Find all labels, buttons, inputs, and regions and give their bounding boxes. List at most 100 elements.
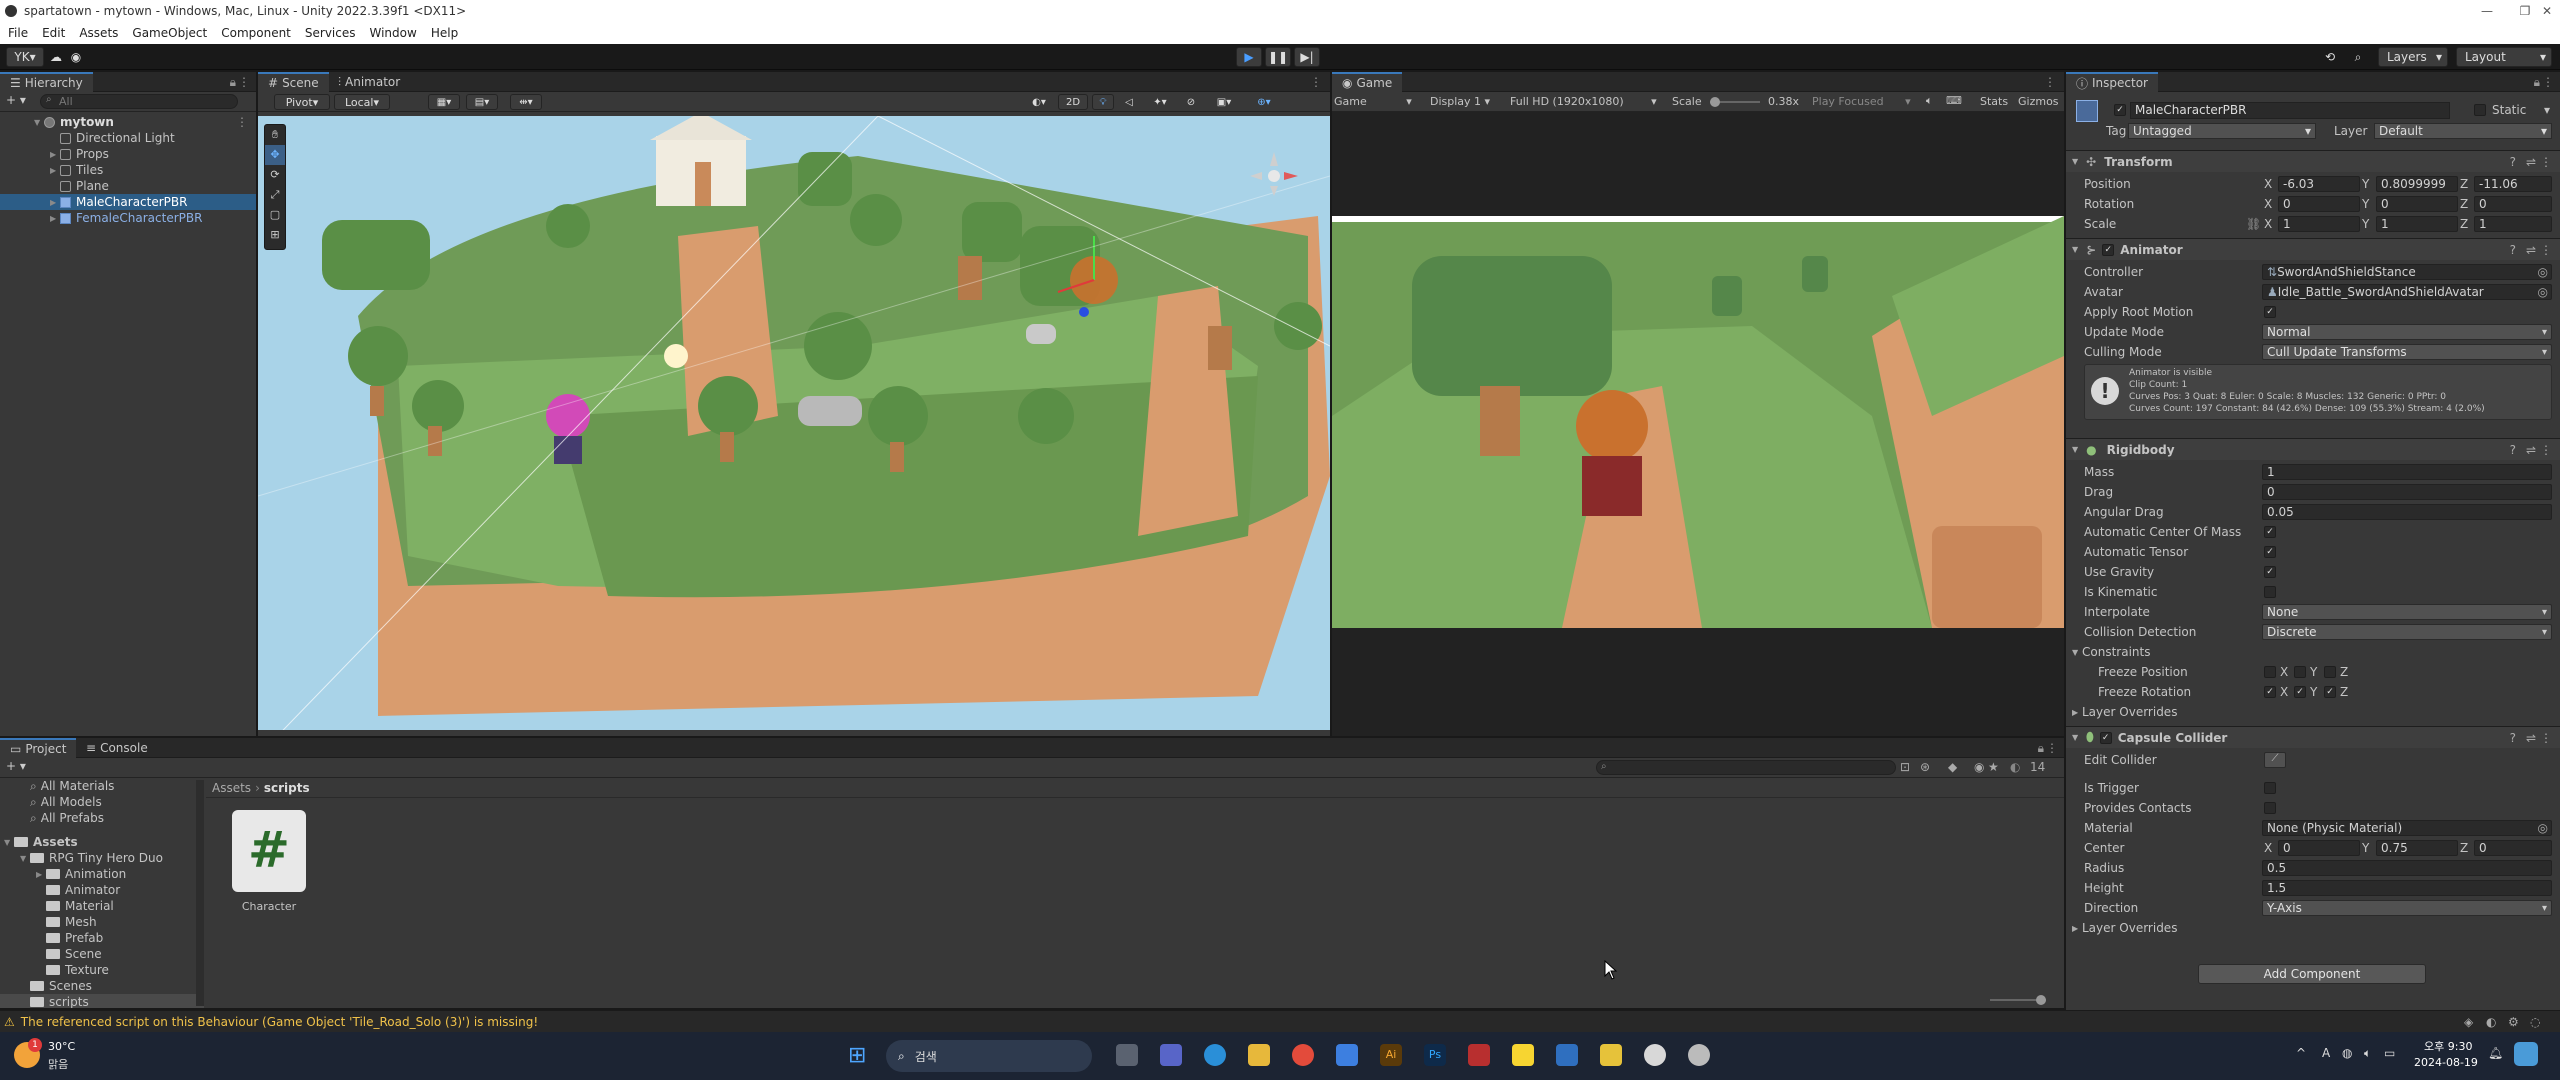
draw-mode-icon[interactable]: ◐▾ [1022, 94, 1056, 110]
rigidbody-header[interactable]: ▼ ● Rigidbody ? ⇌ ⋮ [2066, 438, 2560, 460]
constrain-proportions-icon[interactable]: ⛓︎ [2246, 217, 2261, 231]
hierarchy-item-props[interactable]: ▶ Props [0, 146, 256, 162]
presets-icon[interactable]: ⇌ [2526, 731, 2536, 745]
sticky-notes-icon[interactable] [1600, 1044, 1622, 1066]
lock-icon[interactable]: 🔒︎ [2534, 75, 2540, 90]
controller-field[interactable]: ⇅ SwordAndShieldStance ◎ [2262, 264, 2552, 280]
animator-enabled-checkbox[interactable]: ✓ [2102, 243, 2115, 256]
copilot-icon[interactable] [2514, 1042, 2538, 1066]
volume-icon[interactable]: 🔈︎ [2364, 1046, 2371, 1061]
increment-snap-icon[interactable]: ⇹▾ [510, 94, 542, 110]
tree-texture[interactable]: Texture [0, 962, 204, 978]
search-by-label-icon[interactable]: ⊛ [1920, 760, 1930, 774]
angular-drag-field[interactable]: 0.05 [2262, 504, 2552, 520]
active-checkbox[interactable]: ✓ [2114, 104, 2126, 116]
help-icon[interactable]: ? [2510, 731, 2516, 745]
settings-icon[interactable]: ⚙ [2508, 1015, 2519, 1029]
save-search-icon[interactable]: ◆ [1948, 760, 1957, 774]
scale-y-field[interactable]: Y1 [2362, 216, 2458, 232]
layout-dropdown[interactable]: Layout ▾ [2456, 47, 2552, 67]
scale-x-field[interactable]: X1 [2264, 216, 2360, 232]
more-options-icon[interactable]: ⋮ [238, 75, 250, 89]
scale-z-field[interactable]: Z1 [2460, 216, 2552, 232]
taskbar-search[interactable]: ⌕ 검색 [886, 1040, 1092, 1072]
network-icon[interactable]: ◍ [2342, 1046, 2352, 1060]
collision-dropdown[interactable]: Discrete [2262, 624, 2552, 640]
culling-mode-dropdown[interactable]: Cull Update Transforms [2262, 344, 2552, 360]
scene-menu-icon[interactable]: ⋮ [236, 115, 248, 129]
presets-icon[interactable]: ⇌ [2526, 243, 2536, 257]
clock-date[interactable]: 2024-08-19 [2414, 1056, 2478, 1069]
rotate-tool-icon[interactable]: ⟳ [265, 165, 285, 185]
tree-scripts[interactable]: scripts [0, 994, 204, 1008]
update-mode-dropdown[interactable]: Normal [2262, 324, 2552, 340]
2d-toggle[interactable]: 2D [1058, 94, 1088, 110]
help-icon[interactable]: ? [2510, 443, 2516, 457]
freeze-pos-y-checkbox[interactable] [2294, 666, 2306, 678]
tree-assets[interactable]: ▼ Assets [0, 834, 204, 850]
minimize-icon[interactable]: — [2464, 0, 2510, 22]
close-icon[interactable]: ✕ [2534, 0, 2560, 22]
stats-button[interactable]: Stats [1980, 95, 2008, 108]
search-by-type-icon[interactable]: ⊡ [1900, 760, 1910, 774]
build-status-icon[interactable]: ◈ [2464, 1015, 2473, 1029]
object-name-field[interactable]: MaleCharacterPBR [2130, 102, 2450, 119]
menu-edit[interactable]: Edit [42, 26, 65, 40]
object-picker-icon[interactable]: ◎ [2538, 285, 2548, 299]
unity-hub-icon[interactable] [1644, 1044, 1666, 1066]
favorite-icon[interactable]: ★ [1988, 760, 1999, 774]
tensor-checkbox[interactable]: ✓ [2264, 546, 2276, 558]
more-options-icon[interactable]: ⋮ [2046, 741, 2058, 755]
chrome-icon[interactable] [1292, 1044, 1314, 1066]
rigidbody-layer-overrides-row[interactable]: ▶ Layer Overrides [2066, 702, 2560, 722]
search-icon[interactable]: ⌕ [2346, 47, 2370, 67]
project-search-input[interactable]: ⌕ [1596, 760, 1896, 775]
grid-snap-icon[interactable]: ▦▾ [428, 94, 460, 110]
app-icon[interactable] [1336, 1044, 1358, 1066]
menu-services[interactable]: Services [305, 26, 356, 40]
hierarchy-item-directional-light[interactable]: Directional Light [0, 130, 256, 146]
drag-field[interactable]: 0 [2262, 484, 2552, 500]
history-icon[interactable]: ⟲ [2318, 47, 2342, 67]
file-explorer-icon[interactable] [1248, 1044, 1270, 1066]
kinematic-checkbox[interactable] [2264, 586, 2276, 598]
pdf-icon[interactable] [1468, 1044, 1490, 1066]
scale-slider[interactable] [1710, 97, 1760, 107]
effects-icon[interactable]: ✦▾ [1144, 94, 1176, 110]
icon-size-slider[interactable] [1990, 995, 2046, 1005]
task-view-icon[interactable] [1116, 1044, 1138, 1066]
grid-toggle-icon[interactable]: ▤▾ [466, 94, 498, 110]
script-file-label[interactable]: Character [222, 900, 316, 913]
play-button[interactable]: ▶ [1236, 47, 1262, 67]
scene-viewport[interactable] [258, 116, 1330, 730]
package-icon[interactable]: ◉ [1974, 760, 1984, 774]
rotation-y-field[interactable]: Y0 [2362, 196, 2458, 212]
assets-breadcrumb-item[interactable]: Assets [212, 781, 251, 795]
mute-audio-icon[interactable]: 🔈︎ [1926, 94, 1933, 108]
camera-icon[interactable]: ▣▾ [1208, 94, 1240, 110]
menu-gameobject[interactable]: GameObject [132, 26, 207, 40]
tab-inspector[interactable]: ⓘ Inspector [2066, 72, 2158, 92]
material-field[interactable]: None (Physic Material) ◎ [2262, 820, 2552, 836]
tree-scenes[interactable]: Scenes [0, 978, 204, 994]
object-picker-icon[interactable]: ◎ [2538, 821, 2548, 835]
height-field[interactable]: 1.5 [2262, 880, 2552, 896]
tag-dropdown[interactable]: Untagged ▾ [2128, 123, 2316, 139]
acm-checkbox[interactable]: ✓ [2264, 526, 2276, 538]
progress-icon[interactable]: ◐ [2486, 1015, 2496, 1029]
menu-component[interactable]: Component [221, 26, 291, 40]
display-dropdown[interactable]: Display 1 ▾ [1430, 95, 1490, 108]
tab-project[interactable]: ▭ Project [0, 738, 77, 758]
calculator-icon[interactable] [1556, 1044, 1578, 1066]
add-asset-icon[interactable]: + ▾ [6, 759, 26, 773]
shortcuts-icon[interactable]: ⌨ [1946, 94, 1962, 107]
contacts-checkbox[interactable] [2264, 802, 2276, 814]
scale-tool-icon[interactable]: ⤢ [265, 185, 285, 205]
edge-icon[interactable] [1204, 1044, 1226, 1066]
kakaotalk-icon[interactable] [1512, 1044, 1534, 1066]
center-z-field[interactable]: Z0 [2460, 840, 2552, 856]
add-icon[interactable]: + ▾ [6, 93, 26, 107]
mass-field[interactable]: 1 [2262, 464, 2552, 480]
csharp-script-icon[interactable]: # [232, 810, 306, 892]
add-component-button[interactable]: Add Component [2198, 964, 2426, 984]
